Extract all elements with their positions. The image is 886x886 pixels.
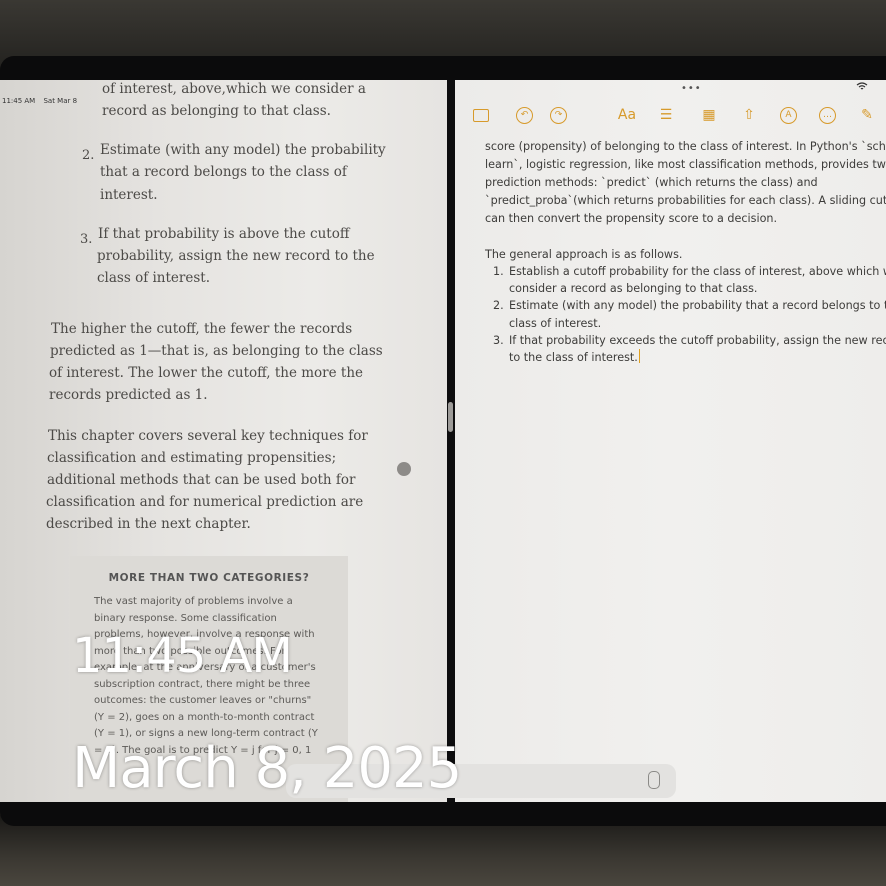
note-line: `predict_proba`(which returns probabilit… (485, 194, 886, 207)
paragraph-line: predicted as 1—that is, as belonging to … (50, 343, 383, 359)
text-format-button[interactable]: Aa (614, 104, 640, 126)
list-number: 1. (493, 265, 504, 278)
table-icon[interactable]: ▦ (698, 104, 720, 126)
checklist-icon[interactable]: ☰ (655, 104, 677, 126)
item2-line: Estimate (with any model) the probabilit… (100, 142, 386, 158)
note-line: learn`, logistic regression, like most c… (485, 158, 886, 171)
paragraph-line: classification and estimating propensiti… (47, 450, 337, 466)
sidebar-line: (Y = 2), goes on a month-to-month contra… (94, 711, 315, 723)
paragraph-line: of interest. The lower the cutoff, the m… (49, 365, 364, 381)
item3-line: probability, assign the new record to th… (97, 248, 375, 264)
list-line: If that probability exceeds the cutoff p… (509, 334, 886, 347)
item2-line: interest. (100, 187, 158, 203)
status-date: Sat Mar 8 (43, 97, 78, 105)
note-line: can then convert the propensity score to… (485, 212, 778, 225)
paragraph-line: records predicted as 1. (49, 387, 208, 403)
list-number: 2. (493, 299, 504, 312)
text-cursor (638, 349, 641, 363)
list-line-last: to the class of interest. (509, 349, 641, 367)
sidebar-line: binary response. Some classification (94, 612, 277, 624)
item1-continuation: record as belonging to that class. (102, 103, 331, 119)
photo-timestamp-date: March 8, 2025 (72, 736, 462, 801)
redo-icon[interactable]: ↷ (550, 107, 567, 124)
cut-line: of interest, above,which we consider a (102, 81, 366, 97)
paragraph-line: additional methods that can be used both… (47, 472, 356, 488)
note-intro: The general approach is as follows. (485, 248, 683, 261)
note-line: prediction methods: `predict` (which ret… (485, 176, 818, 189)
list-line: Estimate (with any model) the probabilit… (509, 299, 886, 312)
paragraph-line: classification and for numerical predict… (46, 494, 364, 510)
wifi-icon (856, 82, 868, 92)
markup-icon[interactable]: A (780, 107, 797, 124)
sidebar-line: The vast majority of problems involve a (94, 596, 293, 607)
notes-toolbar: ↶ ↷ Aa ☰ ▦ ⇧ A … ✎ (455, 104, 886, 130)
list-line: Establish a cutoff probability for the c… (509, 265, 886, 278)
split-view-divider (447, 80, 455, 802)
assistive-touch-icon[interactable] (397, 462, 411, 476)
notes-pane[interactable]: ••• ↶ ↷ Aa ☰ ▦ ⇧ A … ✎ score (propensity… (455, 80, 886, 802)
item3-line: If that probability is above the cutoff (98, 226, 350, 242)
item3-number: 3. (80, 232, 93, 247)
list-number: 3. (493, 334, 504, 347)
sidebar-line: outcomes: the customer leaves or "churns… (94, 695, 312, 706)
undo-icon[interactable]: ↶ (516, 107, 533, 124)
split-view-handle[interactable] (448, 402, 453, 432)
paragraph-line: The higher the cutoff, the fewer the rec… (51, 321, 353, 337)
multitasking-menu-icon[interactable]: ••• (681, 83, 702, 94)
item2-number: 2. (82, 148, 95, 163)
microphone-icon[interactable] (648, 771, 660, 789)
share-icon[interactable]: ⇧ (738, 104, 760, 126)
item3-line: class of interest. (97, 270, 211, 286)
paragraph-line: This chapter covers several key techniqu… (48, 428, 368, 444)
more-icon[interactable]: … (819, 107, 836, 124)
note-line: score (propensity) of belonging to the c… (485, 140, 886, 153)
sidebar-title: MORE THAN TWO CATEGORIES? (108, 572, 310, 584)
status-bar: 11:45 AM Sat Mar 8 (2, 97, 83, 105)
status-time: 11:45 AM (2, 97, 36, 105)
compose-icon[interactable]: ✎ (856, 104, 878, 126)
list-line: consider a record as belonging to that c… (509, 282, 758, 295)
item2-line: that a record belongs to the class of (100, 164, 347, 180)
books-pane[interactable]: 11:45 AM Sat Mar 8 of interest, above,wh… (0, 80, 447, 802)
paragraph-line: described in the next chapter. (46, 516, 251, 532)
list-line-text: to the class of interest. (509, 351, 638, 364)
sidebar-icon[interactable] (473, 109, 489, 122)
list-line: class of interest. (509, 317, 602, 330)
photo-timestamp-time: 11:45 AM (72, 628, 293, 684)
